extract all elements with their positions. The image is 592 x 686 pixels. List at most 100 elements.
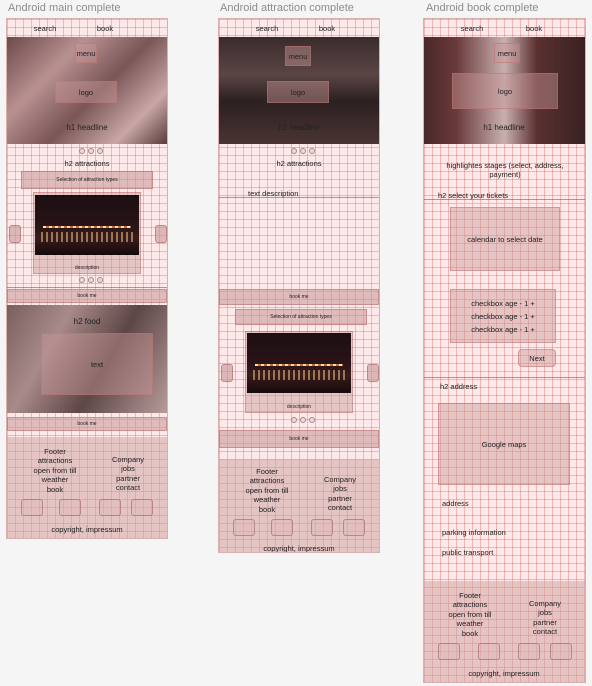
- footer-link-weather[interactable]: weather: [21, 475, 89, 484]
- attraction-description: description: [74, 265, 100, 271]
- footer-link-partner[interactable]: partner: [520, 618, 570, 627]
- footer-right-column[interactable]: Company jobs partner contact: [103, 455, 153, 493]
- social-icon-1[interactable]: [438, 643, 460, 660]
- logo-label: logo: [497, 86, 513, 96]
- footer-link-open[interactable]: open from till: [21, 466, 89, 475]
- ticket-checkbox-1[interactable]: checkbox age - 1 +: [450, 299, 556, 308]
- h1-headline: h1 headline: [483, 123, 525, 132]
- book-me-label-2: book me: [289, 436, 309, 442]
- footer-link-open[interactable]: open from till: [233, 486, 301, 495]
- book-me-button-2[interactable]: book me: [7, 417, 167, 431]
- copyright: copyright, impressum: [263, 544, 335, 553]
- footer-link-jobs[interactable]: jobs: [103, 464, 153, 473]
- footer-link-jobs[interactable]: jobs: [520, 608, 570, 617]
- footer-left-column[interactable]: Footer attractions open from till weathe…: [233, 467, 301, 514]
- h2-food: h2 food: [73, 317, 101, 326]
- carousel-prev-button[interactable]: [9, 225, 21, 243]
- footer-link-contact[interactable]: contact: [520, 627, 570, 636]
- logo[interactable]: logo: [267, 81, 329, 103]
- google-map-label: Google maps: [481, 439, 527, 449]
- attraction-type-select[interactable]: Selection of attraction types: [21, 171, 153, 189]
- ticket-checkbox-2[interactable]: checkbox age - 1 +: [450, 312, 556, 321]
- nav-search-link[interactable]: search: [251, 24, 283, 33]
- frame-title-main: Android main complete: [8, 2, 121, 14]
- footer-link-attractions[interactable]: attractions: [233, 476, 301, 485]
- carousel-dots-2[interactable]: [291, 417, 315, 423]
- footer-right-column[interactable]: Company jobs partner contact: [520, 599, 570, 637]
- menu-label: menu: [497, 48, 517, 58]
- night-bridge-image: [247, 333, 351, 393]
- frame-title-book: Android book complete: [426, 2, 539, 14]
- carousel-next-button[interactable]: [367, 364, 379, 382]
- social-icon-2[interactable]: [478, 643, 500, 660]
- address-text: address: [442, 499, 469, 508]
- footer-left-column[interactable]: Footer attractions open from till weathe…: [21, 447, 89, 494]
- progress-stages[interactable]: highlightes stages (select, address, pay…: [442, 161, 568, 180]
- footer-link-contact[interactable]: contact: [315, 503, 365, 512]
- next-button[interactable]: Next: [518, 349, 556, 367]
- carousel-next-button[interactable]: [155, 225, 167, 243]
- footer-link-attractions[interactable]: attractions: [21, 456, 89, 465]
- social-icon-3[interactable]: [99, 499, 121, 516]
- menu-button[interactable]: menu: [75, 43, 97, 63]
- frame-book: search book menu logo h1 headline highli…: [423, 18, 586, 683]
- carousel-dots[interactable]: [291, 148, 315, 154]
- footer-link-attractions[interactable]: attractions: [436, 600, 504, 609]
- book-me-label-2: book me: [77, 421, 97, 427]
- social-icon-4[interactable]: [131, 499, 153, 516]
- social-icon-2[interactable]: [271, 519, 293, 536]
- social-icon-4[interactable]: [550, 643, 572, 660]
- footer-link-book[interactable]: book: [21, 485, 89, 494]
- nav-search-link[interactable]: search: [456, 24, 488, 33]
- footer-link-contact[interactable]: contact: [103, 483, 153, 492]
- night-bridge-image: [35, 195, 139, 255]
- nav-book-link[interactable]: book: [315, 24, 339, 33]
- date-calendar[interactable]: calendar to select date: [450, 207, 560, 271]
- social-icon-3[interactable]: [311, 519, 333, 536]
- nav-book-link[interactable]: book: [522, 24, 546, 33]
- footer-link-book[interactable]: book: [436, 629, 504, 638]
- h2-attractions: h2 attractions: [276, 159, 322, 168]
- attraction-type-select[interactable]: Selection of attraction types: [235, 309, 367, 325]
- footer-left-heading: Footer: [459, 591, 481, 600]
- logo[interactable]: logo: [55, 81, 117, 103]
- social-icon-1[interactable]: [21, 499, 43, 516]
- footer-link-partner[interactable]: partner: [103, 474, 153, 483]
- attraction-type-select-label: Selection of attraction types: [56, 177, 118, 183]
- menu-button[interactable]: menu: [285, 46, 311, 66]
- h2-attractions: h2 attractions: [64, 159, 110, 168]
- footer-right-column[interactable]: Company jobs partner contact: [315, 475, 365, 513]
- carousel-dots[interactable]: [79, 148, 103, 154]
- book-me-button[interactable]: book me: [7, 289, 167, 303]
- footer-left-heading: Footer: [44, 447, 66, 456]
- logo-label: logo: [290, 87, 306, 97]
- social-icon-3[interactable]: [518, 643, 540, 660]
- ticket-checkbox-3[interactable]: checkbox age - 1 +: [450, 325, 556, 334]
- footer-link-book[interactable]: book: [233, 505, 301, 514]
- google-map[interactable]: Google maps: [438, 403, 570, 485]
- nav-book-link[interactable]: book: [93, 24, 117, 33]
- frame-main: search book menu logo h1 headline h2 att…: [6, 18, 168, 539]
- footer-right-heading: Company: [528, 599, 562, 608]
- social-icon-4[interactable]: [343, 519, 365, 536]
- nav-search-link[interactable]: search: [29, 24, 61, 33]
- book-me-button-2[interactable]: book me: [219, 430, 379, 448]
- footer-link-jobs[interactable]: jobs: [315, 484, 365, 493]
- footer-link-weather[interactable]: weather: [436, 619, 504, 628]
- social-icon-1[interactable]: [233, 519, 255, 536]
- footer-left-column[interactable]: Footer attractions open from till weathe…: [436, 591, 504, 638]
- social-icon-2[interactable]: [59, 499, 81, 516]
- footer-link-open[interactable]: open from till: [436, 610, 504, 619]
- food-text-box: text: [41, 333, 153, 395]
- footer-link-partner[interactable]: partner: [315, 494, 365, 503]
- logo-label: logo: [78, 87, 94, 97]
- attraction-description: description: [286, 404, 312, 410]
- menu-button[interactable]: menu: [494, 43, 520, 63]
- menu-label: menu: [76, 48, 96, 58]
- carousel-prev-button[interactable]: [221, 364, 233, 382]
- carousel-dots-2[interactable]: [79, 277, 103, 283]
- book-me-label: book me: [289, 294, 309, 300]
- book-me-button[interactable]: book me: [219, 289, 379, 305]
- logo[interactable]: logo: [452, 73, 558, 109]
- footer-link-weather[interactable]: weather: [233, 495, 301, 504]
